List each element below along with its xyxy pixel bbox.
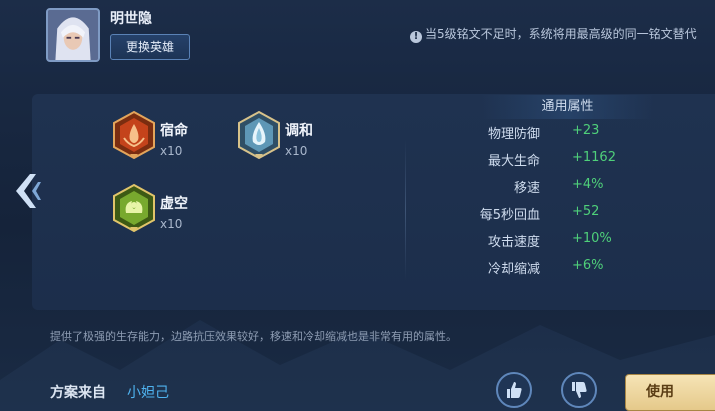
stat-row: 物理防御 +23 <box>440 123 690 143</box>
rune-name: 调和 <box>285 123 313 139</box>
stat-label: 最大生命 <box>487 154 540 169</box>
stat-row: 每5秒回血 +52 <box>440 204 690 224</box>
stat-label: 物理防御 <box>487 127 540 142</box>
notice: ! 当5级铭文不足时，系统将用最高级的同一铭文替代 <box>410 25 697 43</box>
thumbs-up-button[interactable] <box>496 372 532 408</box>
stat-value: +4% <box>572 177 604 192</box>
thumbs-down-icon <box>572 382 587 398</box>
stat-label: 冷却缩减 <box>487 262 540 277</box>
change-hero-button[interactable]: 更换英雄 <box>110 34 190 60</box>
stat-label: 攻击速度 <box>487 235 540 250</box>
stat-row: 攻击速度 +10% <box>440 231 690 251</box>
rune-name: 虚空 <box>160 196 188 212</box>
red-hexagon-rune-icon <box>113 110 155 160</box>
rune-count: x10 <box>285 144 308 158</box>
blue-hexagon-rune-icon <box>238 110 280 160</box>
source-label: 方案来自 <box>50 385 106 401</box>
stat-value: +6% <box>572 258 604 273</box>
rune-item[interactable]: 虚空 x10 <box>110 183 188 233</box>
rune-item[interactable]: 宿命 x10 <box>110 110 188 160</box>
stat-row: 冷却缩减 +6% <box>440 258 690 278</box>
stat-label: 移速 <box>513 181 540 196</box>
stat-label: 每5秒回血 <box>479 208 540 223</box>
exclamation-icon: ! <box>410 31 422 43</box>
rune-name: 宿命 <box>160 123 188 139</box>
stat-value: +1162 <box>572 150 616 165</box>
stat-row: 最大生命 +1162 <box>440 150 690 170</box>
hero-name: 明世隐 <box>110 11 152 27</box>
notice-text: 当5级铭文不足时，系统将用最高级的同一铭文替代 <box>425 27 697 41</box>
thumbs-up-icon <box>507 382 522 398</box>
stat-value: +23 <box>572 123 600 138</box>
use-button[interactable]: 使用 <box>625 374 715 411</box>
hero-avatar[interactable] <box>46 8 100 62</box>
source-author-link[interactable]: 小妲己 <box>127 382 169 402</box>
stats-title: 通用属性 <box>480 95 655 119</box>
rune-count: x10 <box>160 217 183 231</box>
rune-description: 提供了极强的生存能力，边路抗压效果较好，移速和冷却缩减也是非常有用的属性。 <box>50 330 457 343</box>
green-hexagon-rune-icon <box>113 183 155 233</box>
panel-divider <box>405 140 406 280</box>
stat-value: +52 <box>572 204 600 219</box>
background-mountains <box>0 320 715 411</box>
back-arrow-icon[interactable] <box>12 170 42 212</box>
hero-portrait-icon <box>48 10 98 60</box>
thumbs-down-button[interactable] <box>561 372 597 408</box>
stat-value: +10% <box>572 231 612 246</box>
stat-row: 移速 +4% <box>440 177 690 197</box>
rune-item[interactable]: 调和 x10 <box>235 110 313 160</box>
rune-count: x10 <box>160 144 183 158</box>
